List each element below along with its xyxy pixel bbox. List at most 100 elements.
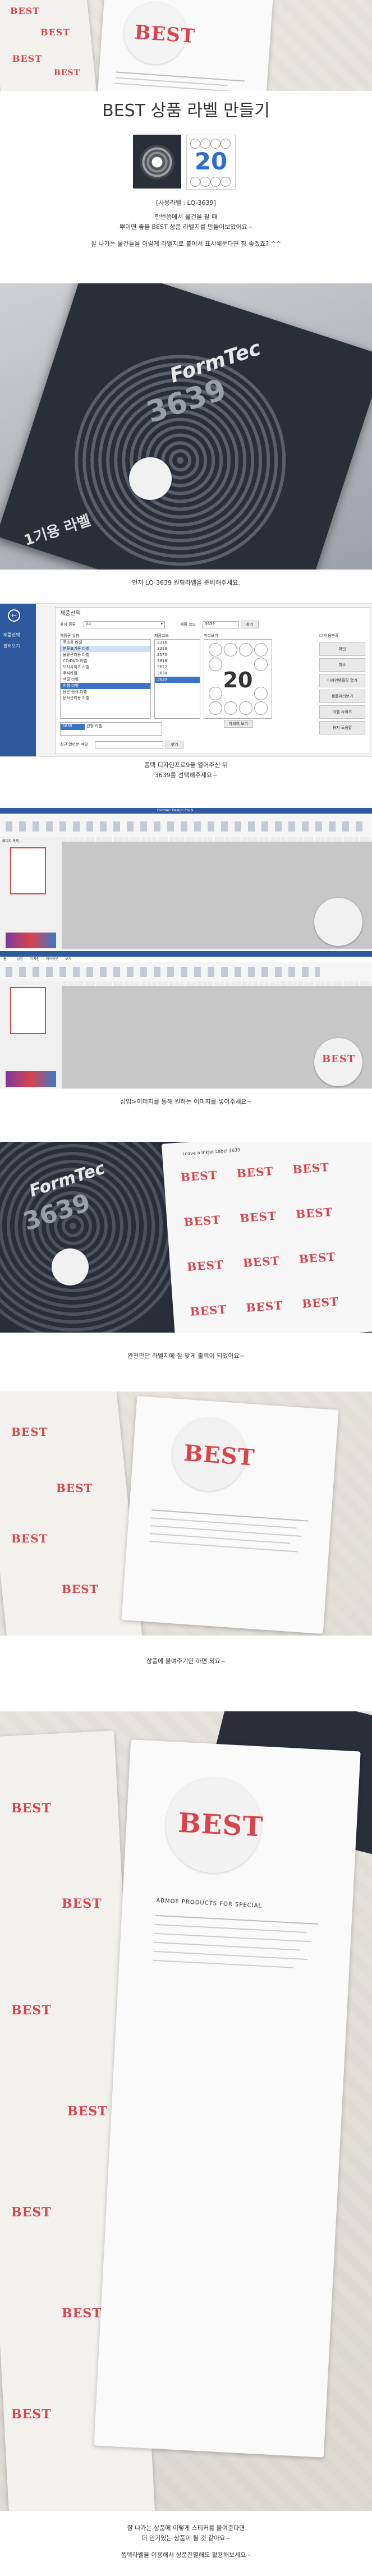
sidebar-item-open[interactable]: 불러오기 <box>3 643 33 649</box>
back-arrow-icon[interactable]: ← <box>8 609 20 622</box>
tab-view[interactable]: 보기 <box>65 957 71 962</box>
category-select-value: A4 <box>86 622 91 626</box>
page-thumb[interactable] <box>10 987 46 1034</box>
help-button[interactable]: 용지 도움말 <box>319 721 365 734</box>
final-caption-2: 더 인기있는 상품이 될 것 같아요~ <box>141 2534 231 2542</box>
template-button[interactable]: 디자인템플릿 열기 <box>319 674 365 687</box>
best-label: BEST <box>67 2104 108 2119</box>
best-label: BEST <box>322 1053 356 1065</box>
title-bar <box>0 951 372 957</box>
app-sidebar: ← 제품선택 불러오기 <box>0 604 36 756</box>
printed-sheet: Leave a Inkjet Label 3639 BEST BEST BEST… <box>161 1142 372 1333</box>
sticker-number: 20 <box>194 148 228 175</box>
step1-caption: 먼저 LQ-3639 원형라벨을 준비해주세요. <box>132 579 240 586</box>
product-code-label: 제품 코드 <box>180 622 196 627</box>
best-label: BEST <box>12 53 43 64</box>
ok-button[interactable]: 확인 <box>319 642 365 656</box>
cancel-button[interactable]: 취소 <box>319 658 365 672</box>
product-caption-2: 한번쯤에서 물건을 팔 때 <box>154 213 218 221</box>
colored-pictures <box>6 1071 56 1087</box>
final-caption-1: 잘 나가는 상품에 이렇게 스티커를 붙여준다면 <box>127 2524 245 2532</box>
detail-button[interactable]: 자세히 보기 <box>224 720 253 728</box>
sample-preview-button[interactable]: 샘플미리보기 <box>319 690 365 703</box>
tab-design[interactable]: 디자인 <box>30 957 40 962</box>
sidebar-item-select[interactable]: 제품선택 <box>3 632 33 638</box>
panel-label: 페이지 목록 <box>2 839 19 843</box>
round-label-photo <box>52 1248 89 1285</box>
table-desc: 원형 라벨 <box>86 724 102 728</box>
product-code-input[interactable]: 3639 <box>203 621 239 628</box>
preview-number: 20 <box>223 668 253 692</box>
recent-input[interactable] <box>95 741 163 749</box>
product-select-dialog: 제품선택 용지 종류 A4 ▾ 제품 코드 3639 찾기 ☐ 이용분류 제품군 … <box>55 607 370 754</box>
category-select[interactable]: A4 ▾ <box>84 621 165 628</box>
list-item[interactable]: 음반 음식 라벨 <box>61 689 150 695</box>
list-item[interactable]: 분류표기용 라벨 <box>61 646 150 652</box>
book-text: ABMOE PRODUCTS FOR SPECIAL <box>155 1897 263 1909</box>
code-item[interactable]: 3570 <box>155 652 200 658</box>
list-item-selected[interactable]: 원형 라벨 <box>61 683 150 689</box>
product-card: BEST <box>97 0 273 91</box>
best-label-big: BEST <box>177 1807 264 1843</box>
best-label: BEST <box>11 1532 48 1545</box>
dialog-title: 제품선택 <box>60 610 81 617</box>
step2-caption-1: 폼텍 디자인프로9을 열어주신 뒤 <box>144 761 228 769</box>
list-item[interactable]: 색깔 라벨 <box>61 677 150 683</box>
code-item[interactable]: 3318 <box>155 646 200 652</box>
step3-caption: 삽입>이미지를 통해 원하는 이미지를 넣어주세요~ <box>120 1098 252 1105</box>
code-item-selected[interactable]: 3639 <box>155 677 200 683</box>
step2-caption-2: 3639를 선택해주세요~ <box>154 772 218 779</box>
category-list[interactable]: 주소용 라벨 분류표기용 라벨 물류관리용 라벨 CD/DVD 라벨 모자사이즈… <box>60 639 151 719</box>
code-item[interactable]: 3638 <box>155 671 200 677</box>
list-item[interactable]: 물류관리용 라벨 <box>61 652 150 658</box>
editor-screenshot-2: 홈 삽입 디자인 레이아웃 보기 BEST <box>0 951 372 1089</box>
code-item[interactable]: 3618 <box>155 658 200 664</box>
list-item[interactable]: CD/DVD 라벨 <box>61 658 150 664</box>
page-thumb[interactable] <box>10 847 46 894</box>
selection-table[interactable]: 3639 원형 라벨 <box>60 722 162 736</box>
sheet-title: Leave a Inkjet Label 3639 <box>182 1147 241 1157</box>
product-package-thumb <box>133 135 181 189</box>
best-label: BEST <box>301 1294 339 1311</box>
best-label: BEST <box>56 1481 93 1495</box>
list-item[interactable]: 문서관리용 라벨 <box>61 695 150 701</box>
code-item[interactable]: 3316 <box>155 640 200 646</box>
tab-home[interactable]: 홈 <box>3 957 7 962</box>
dialog-screenshot: ← 제품선택 불러오기 제품선택 용지 종류 A4 ▾ 제품 코드 3639 찾기… <box>0 603 372 757</box>
list-item[interactable]: 모자사이즈 라벨 <box>61 664 150 671</box>
best-label: BEST <box>40 27 71 38</box>
product-caption-4: 잘 나가는 물건들을 이렇게 라벨지로 붙여서 표시해둔다면 참 좋겠죠? ^^ <box>90 240 282 247</box>
code-item[interactable]: 3622 <box>155 664 200 671</box>
checkbox-label[interactable]: ☐ 이용분류 <box>319 633 338 639</box>
best-label: BEST <box>62 1897 102 1911</box>
list-item[interactable]: 주소용 라벨 <box>61 640 150 646</box>
best-label: BEST <box>245 1298 283 1315</box>
best-label: BEST <box>10 6 40 16</box>
label-size-button[interactable]: 라벨 사이즈 <box>319 705 365 719</box>
best-label-big: BEST <box>182 1440 256 1471</box>
page-title: BEST 상품 라벨 만들기 <box>102 101 270 121</box>
title-bar: Formtec Design Pro 9 <box>0 808 372 814</box>
best-label: BEST <box>183 1213 221 1229</box>
best-label: BEST <box>11 1425 48 1439</box>
code-header: 제품코드 <box>154 633 169 638</box>
round-label <box>129 457 172 500</box>
tab-insert[interactable]: 삽입 <box>17 957 23 962</box>
ribbon-icon-row[interactable] <box>6 821 365 832</box>
best-label: BEST <box>54 68 81 77</box>
best-label: BEST <box>11 2205 52 2220</box>
header-photo: BEST BEST BEST BEST BEST <box>0 0 372 91</box>
product-caption-3: 뿌이면 좋을 BEST 상품 라벨지를 만들어보았어요~ <box>119 223 253 231</box>
best-label: BEST <box>62 2306 102 2321</box>
product-card: BEST <box>121 1395 339 1634</box>
tab-layout[interactable]: 레이아웃 <box>46 957 58 962</box>
recent-search-button[interactable]: 찾기 <box>166 741 183 749</box>
ribbon-icon-row[interactable] <box>6 967 320 977</box>
list-item[interactable]: 주석라벨 <box>61 671 150 677</box>
best-label: BEST <box>11 2003 52 2018</box>
checkbox-icon: ☐ <box>319 633 323 638</box>
step4-caption: 완전판단 라벨지에 잘 맞게 출력이 되었어요~ <box>127 1352 245 1360</box>
code-list[interactable]: 3316 3318 3570 3618 3622 3638 3639 <box>154 639 200 719</box>
ruler <box>62 981 372 986</box>
search-button[interactable]: 찾기 <box>241 621 259 628</box>
